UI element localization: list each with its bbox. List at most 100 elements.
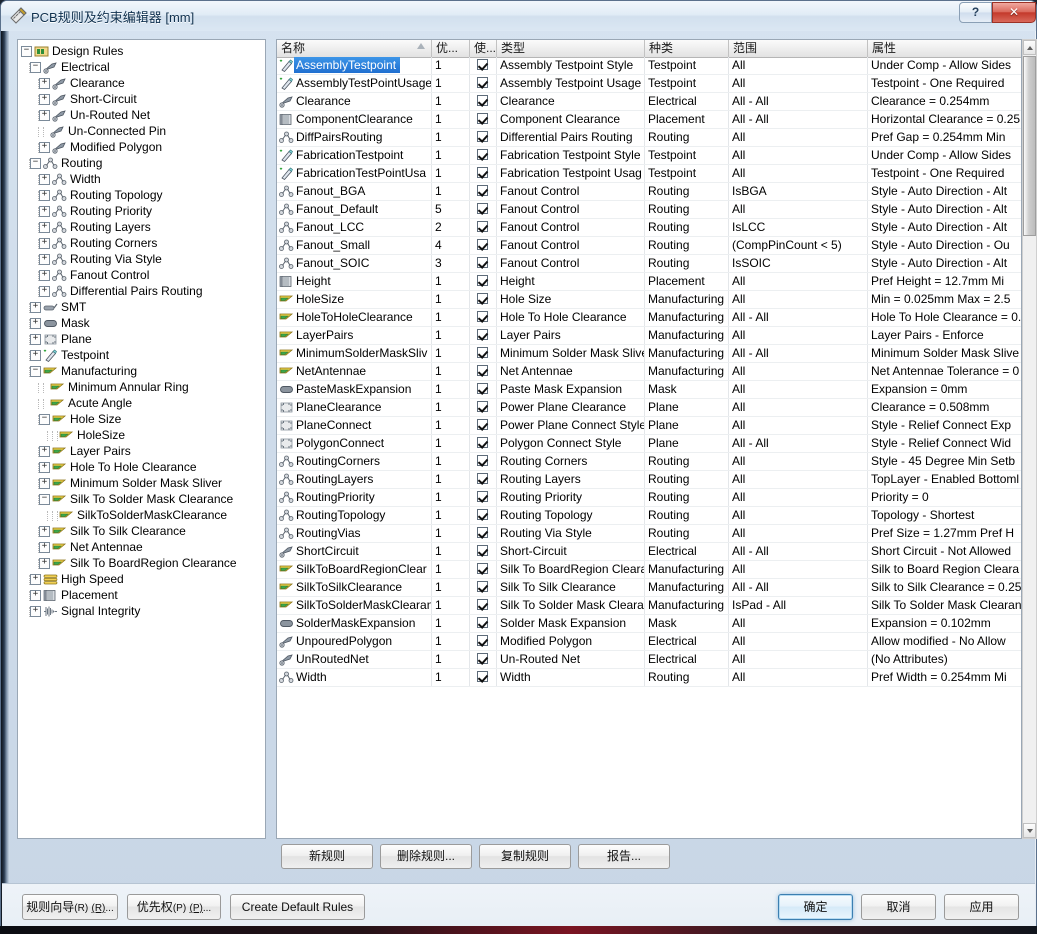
cell-category[interactable]: Manufacturing	[644, 309, 728, 326]
cell-rule-name[interactable]: Clearance	[277, 93, 431, 110]
cell-rule-name[interactable]: UnpouredPolygon	[277, 633, 431, 650]
cell-priority[interactable]: 1	[431, 471, 469, 488]
cell-category[interactable]: Manufacturing	[644, 579, 728, 596]
column-header-3[interactable]: 类型	[496, 40, 644, 57]
cell-scope[interactable]: All	[728, 327, 867, 344]
cell-scope[interactable]: All	[728, 273, 867, 290]
tree-item-routing-corners[interactable]: + Routing Corners	[21, 235, 265, 251]
cell-rule-name[interactable]: Fanout_Default	[277, 201, 431, 218]
enabled-checkbox[interactable]	[477, 113, 488, 124]
cell-attributes[interactable]: Net Antennae Tolerance = 0	[867, 363, 1021, 380]
enabled-checkbox[interactable]	[477, 671, 488, 682]
cell-enabled[interactable]	[469, 381, 496, 398]
rules-grid-panel[interactable]: 名称 优... 使... 类型 种类 范围 属性 AssemblyTestpoint 1 Ass…	[276, 39, 1022, 839]
expand-icon[interactable]: +	[39, 542, 50, 554]
table-row[interactable]: HoleSize 1 Hole Size Manufacturing All Min = …	[277, 291, 1021, 309]
expand-icon[interactable]: +	[39, 190, 50, 202]
priorities-button[interactable]: 优先权(P) (P)...	[127, 894, 221, 920]
enabled-checkbox[interactable]	[477, 59, 488, 70]
cell-attributes[interactable]: Silk to Board Region Cleara	[867, 561, 1021, 578]
cell-rule-name[interactable]: NetAntennae	[277, 363, 431, 380]
cell-scope[interactable]: All	[728, 381, 867, 398]
table-row[interactable]: AssemblyTestpoint 1 Assembly Testpoint Sty…	[277, 57, 1021, 75]
cell-rule-name[interactable]: RoutingCorners	[277, 453, 431, 470]
cell-priority[interactable]: 1	[431, 111, 469, 128]
table-row[interactable]: RoutingVias 1 Routing Via Style Routing All P…	[277, 525, 1021, 543]
cell-category[interactable]: Routing	[644, 453, 728, 470]
cell-category[interactable]: Routing	[644, 507, 728, 524]
expand-icon[interactable]: +	[30, 574, 41, 586]
cell-rule-type[interactable]: Hole To Hole Clearance	[496, 309, 644, 326]
table-row[interactable]: RoutingCorners 1 Routing Corners Routing All…	[277, 453, 1021, 471]
cell-scope[interactable]: All - All	[728, 435, 867, 452]
cell-scope[interactable]: All	[728, 399, 867, 416]
cell-rule-type[interactable]: Assembly Testpoint Usage	[496, 75, 644, 92]
tree-item-short-circuit[interactable]: + Short-Circuit	[21, 91, 265, 107]
cell-priority[interactable]: 1	[431, 291, 469, 308]
tree-item-silk-to-boardregion-clearance[interactable]: + Silk To BoardRegion Clearance	[21, 555, 265, 571]
apply-button[interactable]: 应用	[944, 894, 1019, 920]
cell-rule-name[interactable]: ShortCircuit	[277, 543, 431, 560]
cell-rule-name[interactable]: RoutingLayers	[277, 471, 431, 488]
cell-rule-type[interactable]: Clearance	[496, 93, 644, 110]
cell-rule-name[interactable]: UnRoutedNet	[277, 651, 431, 668]
table-row[interactable]: NetAntennae 1 Net Antennae Manufacturing All…	[277, 363, 1021, 381]
cell-enabled[interactable]	[469, 111, 496, 128]
cell-priority[interactable]: 1	[431, 615, 469, 632]
cell-scope[interactable]: IsSOIC	[728, 255, 867, 272]
cell-enabled[interactable]	[469, 669, 496, 686]
tree-item-placement[interactable]: + Placement	[21, 587, 265, 603]
cell-enabled[interactable]	[469, 525, 496, 542]
tree-item-minimum-annular-ring[interactable]: Minimum Annular Ring	[21, 379, 265, 395]
cell-scope[interactable]: All	[728, 201, 867, 218]
table-row[interactable]: HoleToHoleClearance 1 Hole To Hole Clearan…	[277, 309, 1021, 327]
cell-priority[interactable]: 1	[431, 183, 469, 200]
cell-enabled[interactable]	[469, 273, 496, 290]
cell-attributes[interactable]: Hole To Hole Clearance = 0.	[867, 309, 1021, 326]
grid-button-2[interactable]: 复制规则	[479, 844, 571, 869]
tree-item-layer-pairs[interactable]: + Layer Pairs	[21, 443, 265, 459]
cell-enabled[interactable]	[469, 489, 496, 506]
expand-icon[interactable]: +	[39, 478, 50, 490]
cell-rule-type[interactable]: Fabrication Testpoint Style	[496, 147, 644, 164]
cell-rule-type[interactable]: Polygon Connect Style	[496, 435, 644, 452]
cell-rule-type[interactable]: Fabrication Testpoint Usag	[496, 165, 644, 182]
cell-scope[interactable]: All	[728, 147, 867, 164]
expand-icon[interactable]: +	[30, 318, 41, 330]
cell-category[interactable]: Routing	[644, 525, 728, 542]
cell-priority[interactable]: 1	[431, 273, 469, 290]
cell-scope[interactable]: All	[728, 525, 867, 542]
cell-priority[interactable]: 1	[431, 525, 469, 542]
cell-enabled[interactable]	[469, 183, 496, 200]
cell-category[interactable]: Manufacturing	[644, 363, 728, 380]
enabled-checkbox[interactable]	[477, 293, 488, 304]
tree-item-silk-to-solder-mask-clearance[interactable]: − Silk To Solder Mask Clearance	[21, 491, 265, 507]
table-row[interactable]: Fanout_Default 5 Fanout Control Routing All S…	[277, 201, 1021, 219]
cell-attributes[interactable]: TopLayer - Enabled Bottoml	[867, 471, 1021, 488]
cell-category[interactable]: Routing	[644, 129, 728, 146]
table-row[interactable]: Fanout_Small 4 Fanout Control Routing (CompP…	[277, 237, 1021, 255]
cell-category[interactable]: Routing	[644, 669, 728, 686]
rules-tree-panel[interactable]: − Design Rules − Electrical + Clearance + Short…	[17, 39, 266, 839]
cell-scope[interactable]: All	[728, 165, 867, 182]
enabled-checkbox[interactable]	[477, 221, 488, 232]
cell-attributes[interactable]: Style - Auto Direction - Alt	[867, 201, 1021, 218]
column-header-2[interactable]: 使...	[469, 40, 496, 57]
table-row[interactable]: Clearance 1 Clearance Electrical All - All Cl…	[277, 93, 1021, 111]
cell-attributes[interactable]: Style - Relief Connect Wid	[867, 435, 1021, 452]
cell-enabled[interactable]	[469, 291, 496, 308]
tree-item-routing-priority[interactable]: + Routing Priority	[21, 203, 265, 219]
cell-scope[interactable]: All	[728, 291, 867, 308]
cell-rule-type[interactable]: Fanout Control	[496, 183, 644, 200]
enabled-checkbox[interactable]	[477, 131, 488, 142]
cell-category[interactable]: Plane	[644, 435, 728, 452]
cell-priority[interactable]: 1	[431, 147, 469, 164]
cell-rule-type[interactable]: Width	[496, 669, 644, 686]
expand-icon[interactable]: +	[39, 526, 50, 538]
cell-attributes[interactable]: Short Circuit - Not Allowed	[867, 543, 1021, 560]
cell-attributes[interactable]: Priority = 0	[867, 489, 1021, 506]
tree-item-routing-topology[interactable]: + Routing Topology	[21, 187, 265, 203]
help-button[interactable]: ?	[959, 2, 992, 23]
enabled-checkbox[interactable]	[477, 275, 488, 286]
cell-rule-name[interactable]: Fanout_BGA	[277, 183, 431, 200]
